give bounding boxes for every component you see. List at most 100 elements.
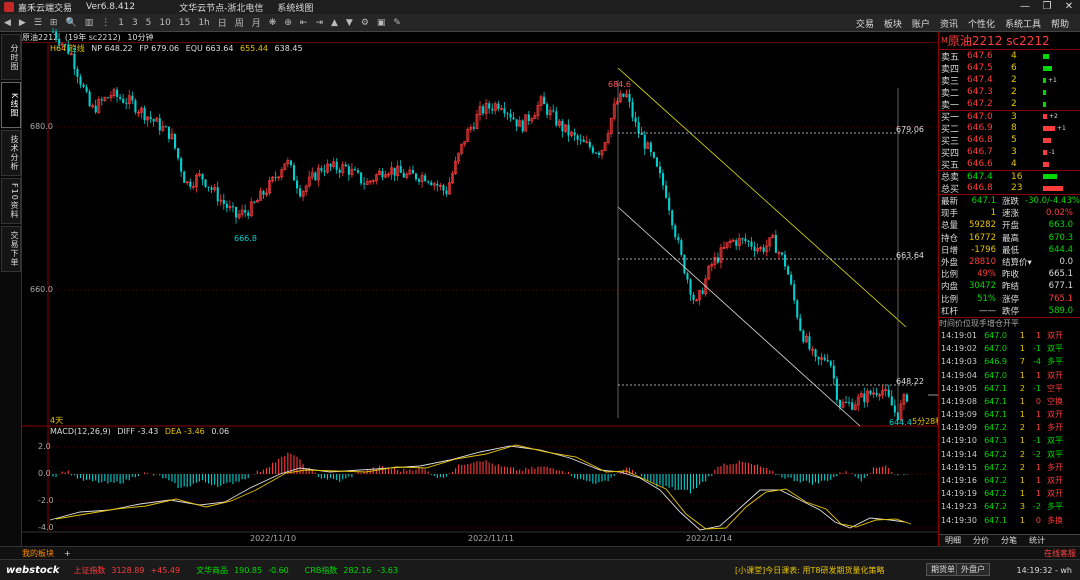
menu-item[interactable]: 个性化 [963,17,1000,30]
candle-down [116,89,119,97]
order-book-row[interactable]: 总买 646.8 23 [939,182,1080,195]
tick-oi-change: 0 [1035,396,1041,406]
tick-row: 14:19:15 647.2 2 1 多开 [939,461,1080,474]
volume-bar [1043,185,1063,191]
menu-item[interactable]: 帮助 [1046,17,1074,30]
detail-tab[interactable]: 分笔 [995,535,1023,546]
order-book-row[interactable]: 买四 646.7 3 -1 [939,146,1080,159]
futures-order-button[interactable]: 期货单 [926,563,960,576]
volume-bar [1043,149,1047,155]
candle-down [823,357,826,360]
index-value: 190.85 [234,565,263,575]
candle-down [119,96,122,99]
detail-tabs: 明细 分价 分笔 统计 [939,534,1080,546]
online-service-button[interactable]: 在线客服 [1044,548,1076,559]
level-label: 卖一 [941,100,960,111]
detail-tab[interactable]: 明细 [939,535,967,546]
order-book-row[interactable]: 卖四 647.5 6 [939,62,1080,75]
candle-down [774,235,777,253]
quote-value: 765.1 [1048,293,1073,304]
tick-row: 14:19:02 647.0 1 -1 双平 [939,342,1080,355]
countdown-label: 5分28秒 [912,416,938,426]
quote-row: 持仓 16772 最高 670.3 [939,232,1080,244]
menu-item[interactable]: 系统工具 [1000,17,1046,30]
level-price: 647.5 [967,63,993,73]
tick-time: 14:19:15 [941,462,977,472]
index-ticker[interactable]: 文华商品 190.85 -0.60 [196,566,289,575]
tick-time: 14:19:03 [941,357,977,367]
candle-down [52,31,55,33]
news-ticker[interactable]: [小课堂]今日课表: 用T8研发期货量化策略 [735,565,884,576]
macd-histogram [52,452,908,494]
order-book-row[interactable]: 卖五 647.6 4 [939,50,1080,63]
index-ticker[interactable]: CRB指数 282.16 -3.63 [305,566,398,575]
tick-oi-change: -1 [1033,436,1041,446]
quote-label: 最低 [1002,245,1020,256]
contract-title: 原油2212 sc2212 [947,34,1050,48]
candle-down [875,392,878,395]
order-book-row[interactable]: 买一 647.0 3 +2 [939,110,1080,123]
kline-chart-area[interactable]: 680.0 660.0 2.0 0.0 -2.0 -4.0 679.06 663.64 648.… [0,0,938,546]
tick-price: 647.0 [984,370,1007,380]
order-book-row[interactable]: 买五 646.6 4 [939,158,1080,171]
candle-down [686,273,689,280]
candle-down [780,252,784,255]
volume-bar-cell [1041,65,1077,71]
tick-volume: 1 [1019,476,1025,486]
maximize-button[interactable]: ❐ [1036,0,1058,14]
candle-down [579,139,582,141]
candle-down [430,182,433,186]
candle-down [655,157,658,167]
add-tab-button[interactable]: + [60,549,75,558]
candle-down [353,169,357,171]
order-book-row[interactable]: 卖三 647.4 2 +1 [939,74,1080,87]
my-board-tab[interactable]: 我的板块 [0,548,60,559]
order-book-row[interactable]: 卖二 647.3 2 [939,86,1080,99]
macd-dea-line [55,444,912,530]
order-book-row[interactable]: 总卖 647.4 16 [939,170,1080,183]
close-button[interactable]: ✕ [1058,0,1080,14]
candle-down [360,172,363,184]
tick-volume: 1 [1019,410,1025,420]
candle-down [424,175,427,182]
quote-label: 涨跌 [1002,197,1020,208]
index-change: +45.49 [150,565,181,575]
tick-nature: 双开 [1047,370,1063,380]
index-ticker[interactable]: 上证指数 3128.89 +45.49 [73,566,180,575]
index-change: -3.63 [377,565,399,575]
candle-down [808,336,811,350]
level-volume: 8 [1011,123,1017,133]
candle-down [634,117,637,123]
candle-down [582,139,585,142]
tick-volume: 1 [1019,489,1025,499]
candle-down [235,206,238,218]
tick-row: 14:19:01 647.0 1 1 双开 [939,329,1080,342]
menu-item[interactable]: 资讯 [935,17,963,30]
volume-bar-cell: +1 [1041,125,1077,132]
minimize-button[interactable]: — [1014,0,1036,14]
detail-tab[interactable]: 分价 [967,535,995,546]
level-price: 646.6 [967,159,993,169]
board-tab-bar: 我的板块 + 在线客服 [0,546,1080,559]
candle-down [552,110,555,112]
candle-down [174,133,177,149]
candle-down [567,124,570,136]
macd-name[interactable]: MACD(12,26,9) [50,427,111,436]
tick-price: 647.1 [984,396,1007,406]
tick-row: 14:19:05 647.1 2 -1 空平 [939,382,1080,395]
level-price: 646.8 [967,135,993,145]
low-price-label: 666.8 [234,234,257,243]
candle-down [79,76,82,85]
foreign-account-button[interactable]: 外盘户 [956,563,990,576]
candle-down [631,101,634,118]
order-book-row[interactable]: 买二 646.9 8 +1 [939,122,1080,135]
volume-change: +1 [1057,124,1066,132]
order-book-row[interactable]: 买三 646.8 5 [939,134,1080,147]
quote-label: 速涨 [1002,209,1020,220]
candle-down [329,163,332,167]
tick-price: 647.2 [984,489,1007,499]
order-book-row[interactable]: 卖一 647.2 2 [939,98,1080,111]
detail-tab[interactable]: 统计 [1023,535,1051,546]
high-price-label: 684.6 [608,80,631,89]
candle-down [442,185,445,191]
